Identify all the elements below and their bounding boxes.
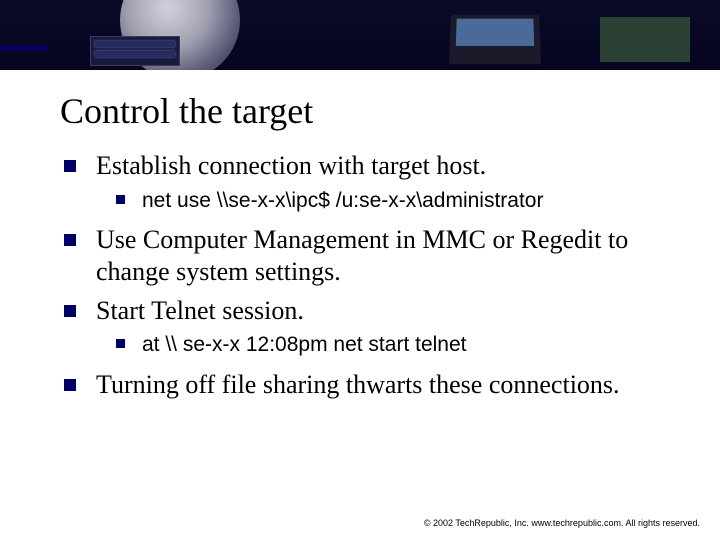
sub-bullet-list: at \\ se-x-x 12:08pm net start telnet xyxy=(96,331,660,358)
bullet-item: Start Telnet session. at \\ se-x-x 12:08… xyxy=(88,295,660,359)
bullet-text: Establish connection with target host. xyxy=(96,151,486,180)
slide-title: Control the target xyxy=(60,90,660,132)
bullet-text: Use Computer Management in MMC or Regedi… xyxy=(96,225,628,287)
sub-bullet-text: net use \\se-x-x\ipc$ /u:se-x-x\administ… xyxy=(142,189,543,212)
bullet-text: Start Telnet session. xyxy=(96,296,304,325)
accent-line xyxy=(0,46,50,50)
header-banner xyxy=(0,0,720,70)
bullet-list: Establish connection with target host. n… xyxy=(60,150,660,401)
sub-bullet-item: at \\ se-x-x 12:08pm net start telnet xyxy=(136,331,660,358)
bullet-item: Turning off file sharing thwarts these c… xyxy=(88,369,660,402)
bullet-item: Use Computer Management in MMC or Regedi… xyxy=(88,224,660,289)
slide-content: Control the target Establish connection … xyxy=(0,70,720,401)
sub-bullet-item: net use \\se-x-x\ipc$ /u:se-x-x\administ… xyxy=(136,187,660,214)
bullet-item: Establish connection with target host. n… xyxy=(88,150,660,214)
copyright-footer: © 2002 TechRepublic, Inc. www.techrepubl… xyxy=(424,518,700,528)
server-rack-graphic xyxy=(90,36,180,66)
bullet-text: Turning off file sharing thwarts these c… xyxy=(96,370,620,399)
sub-bullet-list: net use \\se-x-x\ipc$ /u:se-x-x\administ… xyxy=(96,187,660,214)
sub-bullet-text: at \\ se-x-x 12:08pm net start telnet xyxy=(142,333,467,356)
circuit-board-graphic xyxy=(600,17,690,62)
laptop-graphic xyxy=(449,15,541,64)
